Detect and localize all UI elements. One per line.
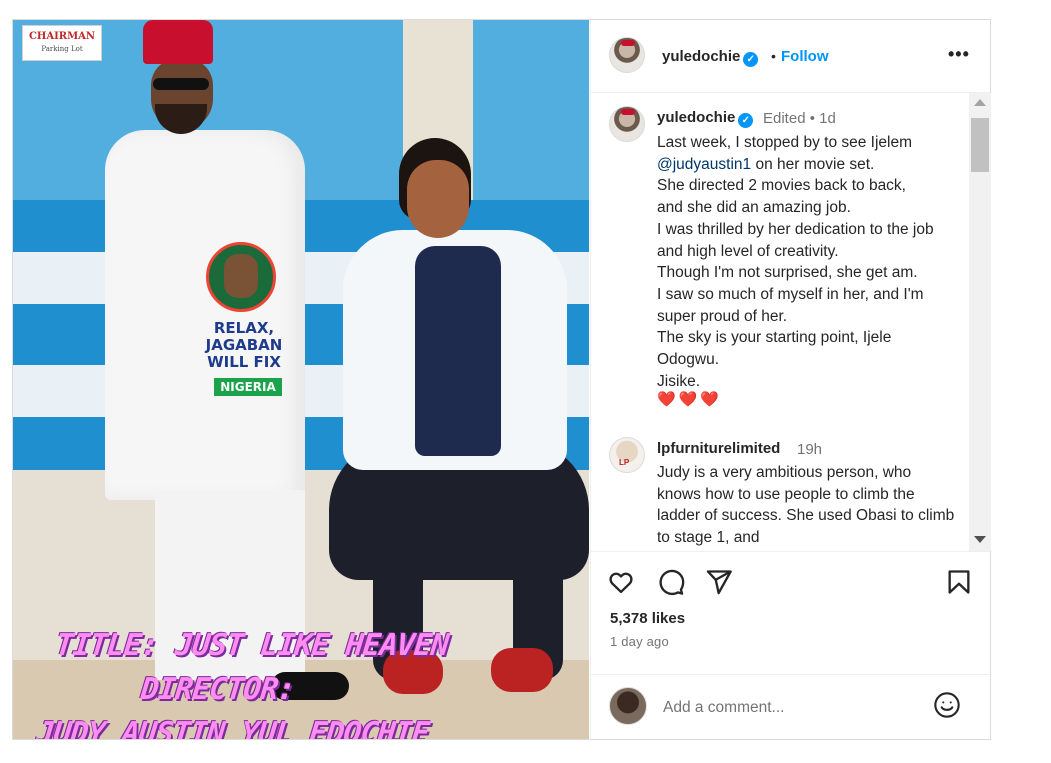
woman-head <box>407 160 469 238</box>
caption-line: Jisike. <box>657 372 701 390</box>
verified-badge-icon: ✓ <box>743 52 759 67</box>
caption-text-intro: Last week, I stopped by to see Ijelem <box>657 134 913 151</box>
commenter-username[interactable]: lpfurniturelimited <box>657 440 780 457</box>
comment-input[interactable] <box>663 697 913 719</box>
follow-button[interactable]: Follow <box>781 48 829 65</box>
post-actions: 5,378 likes 1 day ago <box>591 551 992 740</box>
comment-text: Judy is a very ambitious person, who kno… <box>657 464 955 547</box>
shirt-slogan: RELAX, JAGABAN WILL FIX <box>205 319 283 371</box>
overlay-director-name: JUDY AUSTIN YUL EDOCHIE <box>34 716 431 739</box>
parking-sign-subtitle: Parking Lot <box>41 45 83 53</box>
caption-username-text[interactable]: yuledochie <box>657 109 735 126</box>
caption-line: Though I'm not surprised, she get am. <box>657 264 918 282</box>
instagram-post: CHAIRMAN Parking Lot RELAX, JAGABAN WILL… <box>12 19 992 740</box>
bookmark-icon[interactable] <box>945 568 973 601</box>
post-side-panel: yuledochie ✓ • Follow ••• yuledochie ✓ Edi… <box>590 20 992 739</box>
caption-author-avatar[interactable] <box>609 106 645 142</box>
parking-sign-title: CHAIRMAN <box>28 31 96 42</box>
caption-line: She directed 2 movies back to back, <box>657 177 906 195</box>
caption-line: I saw so much of myself in her, and I'm … <box>657 285 924 325</box>
overlay-director-label: DIRECTOR: <box>139 672 297 707</box>
comments-list[interactable]: yuledochie ✓ Edited • 1d Last week, I sto… <box>591 93 969 551</box>
more-options-icon[interactable]: ••• <box>948 44 970 65</box>
scroll-up-arrow-icon[interactable] <box>974 99 986 106</box>
caption-line: I was thrilled by her dedication to the … <box>657 220 934 260</box>
comment-bubble-icon[interactable] <box>657 568 685 601</box>
caption-mention-link[interactable]: @judyaustin1 <box>657 156 751 173</box>
author-avatar[interactable] <box>609 37 645 73</box>
post-photo[interactable]: CHAIRMAN Parking Lot RELAX, JAGABAN WILL… <box>13 20 589 739</box>
shirt-portrait <box>224 254 258 298</box>
commenter-avatar[interactable] <box>609 437 645 473</box>
woman-navy-top <box>415 246 501 456</box>
photo-title-overlay: TITLE: JUST LIKE HEAVEN DIRECTOR: JUDY A… <box>26 624 589 739</box>
caption-line: The sky is your starting point, Ijele Od… <box>657 329 892 369</box>
smiley-icon[interactable] <box>933 691 961 724</box>
caption-line: and she did an amazing job. <box>657 199 851 217</box>
post-header: yuledochie ✓ • Follow ••• <box>591 20 992 93</box>
shirt-banner: NIGERIA <box>214 378 282 396</box>
heart-icon[interactable] <box>607 568 635 601</box>
caption-text: Last week, I stopped by to see Ijelem @j… <box>657 132 957 392</box>
scrollbar-thumb[interactable] <box>971 118 989 172</box>
man-sunglasses <box>153 78 209 90</box>
author-username-text[interactable]: yuledochie <box>662 48 740 65</box>
header-separator: • <box>771 48 776 64</box>
parking-sign: CHAIRMAN Parking Lot <box>22 25 102 61</box>
man-red-cap <box>143 20 213 64</box>
shirt-print: RELAX, JAGABAN WILL FIX NIGERIA <box>206 242 284 400</box>
likes-count[interactable]: 5,378 likes <box>610 610 685 627</box>
current-user-avatar <box>609 687 647 725</box>
comment-time[interactable]: 19h <box>797 441 822 458</box>
caption-meta: Edited • 1d <box>763 110 836 127</box>
verified-badge-icon: ✓ <box>738 113 754 128</box>
overlay-title: TITLE: JUST LIKE HEAVEN <box>53 628 450 663</box>
caption-author-username[interactable]: yuledochie ✓ <box>657 109 754 128</box>
author-username[interactable]: yuledochie ✓ <box>662 48 759 67</box>
paper-plane-icon[interactable] <box>705 568 733 601</box>
caption-text-after-mention: on her movie set. <box>751 155 875 173</box>
post-timestamp[interactable]: 1 day ago <box>610 634 669 649</box>
caption-hearts: ❤️❤️❤️ <box>657 391 723 408</box>
add-comment-bar <box>591 674 992 741</box>
comments-scrollbar[interactable] <box>969 93 991 551</box>
scroll-down-arrow-icon[interactable] <box>974 536 986 543</box>
